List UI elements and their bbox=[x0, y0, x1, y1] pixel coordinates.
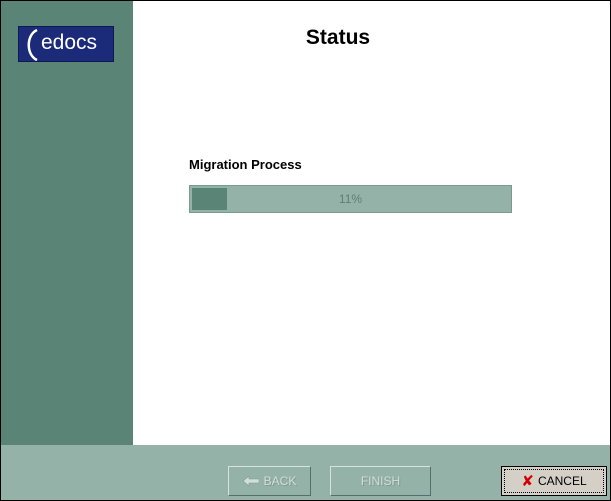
migration-progress-bar: 11% bbox=[189, 185, 512, 213]
cancel-button[interactable]: ✘ CANCEL bbox=[501, 466, 607, 496]
sidebar: edocs bbox=[1, 1, 133, 445]
back-button-label: BACK bbox=[263, 474, 297, 488]
finish-button-label: FINISH bbox=[360, 474, 401, 488]
cancel-button-label: CANCEL bbox=[537, 474, 587, 488]
finish-button[interactable]: FINISH bbox=[330, 466, 431, 496]
migration-process-label: Migration Process bbox=[189, 157, 302, 172]
progress-percent-text: 11% bbox=[338, 192, 363, 206]
arrow-left-icon bbox=[242, 476, 259, 486]
wizard-window: edocs Status Migration Process 11% bbox=[0, 0, 611, 501]
red-x-icon: ✘ bbox=[521, 472, 534, 490]
logo-text: edocs bbox=[41, 31, 98, 54]
back-button[interactable]: BACK bbox=[228, 466, 311, 496]
edocs-logo: edocs bbox=[18, 26, 114, 62]
page-title: Status bbox=[305, 26, 371, 49]
